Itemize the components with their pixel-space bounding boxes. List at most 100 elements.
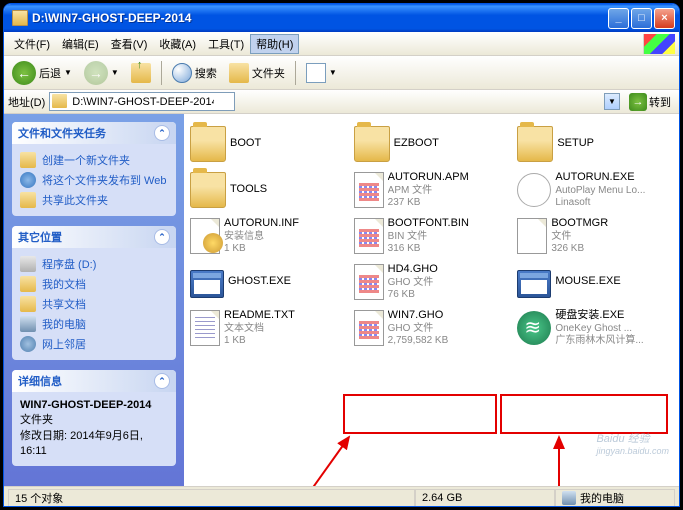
- file-name: AUTORUN.INF: [224, 217, 299, 230]
- details-panel: 详细信息 ⌃ WIN7-GHOST-DEEP-2014 文件夹 修改日期: 20…: [12, 370, 176, 466]
- address-input[interactable]: [49, 92, 235, 111]
- file-name: BOOT: [230, 137, 261, 150]
- file-item[interactable]: BOOT: [188, 122, 348, 166]
- up-icon: [131, 63, 151, 83]
- folders-icon: [229, 63, 249, 83]
- search-icon: [172, 63, 192, 83]
- file-item[interactable]: AUTORUN.INF安装信息1 KB: [188, 214, 348, 258]
- chevron-up-icon: ⌃: [154, 229, 170, 245]
- menu-edit[interactable]: 编辑(E): [56, 34, 105, 54]
- panel-title: 其它位置: [18, 229, 62, 245]
- chevron-up-icon: ⌃: [154, 125, 170, 141]
- tasks-panel: 文件和文件夹任务 ⌃ 创建一个新文件夹将这个文件夹发布到 Web 共享此文件夹: [12, 122, 176, 216]
- menu-view[interactable]: 查看(V): [105, 34, 154, 54]
- details-type: 文件夹: [20, 414, 53, 426]
- sidebar-item-label: 创建一个新文件夹: [42, 152, 130, 168]
- computer-icon: [562, 491, 576, 505]
- sidebar-item[interactable]: 共享文档: [20, 294, 168, 314]
- file-item[interactable]: TOOLS: [188, 168, 348, 212]
- menu-help[interactable]: 帮助(H): [250, 34, 299, 54]
- file-name: BOOTMGR: [551, 217, 608, 230]
- content-area: 文件和文件夹任务 ⌃ 创建一个新文件夹将这个文件夹发布到 Web 共享此文件夹 其…: [4, 114, 679, 486]
- onekey-icon: [517, 311, 551, 345]
- file-name: SETUP: [557, 137, 594, 150]
- up-button[interactable]: [127, 61, 155, 85]
- network-icon: [20, 336, 36, 352]
- folder-icon: [12, 10, 28, 26]
- search-label: 搜索: [195, 65, 217, 81]
- minimize-button[interactable]: _: [608, 8, 629, 29]
- status-size: 2.64 GB: [415, 489, 555, 507]
- sidebar-item-label: 网上邻居: [42, 336, 86, 352]
- search-button[interactable]: 搜索: [168, 61, 221, 85]
- menubar: 文件(F) 编辑(E) 查看(V) 收藏(A) 工具(T) 帮助(H): [4, 32, 679, 56]
- file-meta: BIN 文件: [388, 231, 469, 243]
- address-input-wrap: ▼: [49, 92, 621, 111]
- file-item[interactable]: HD4.GHOGHO 文件76 KB: [352, 260, 512, 304]
- tasks-panel-header[interactable]: 文件和文件夹任务 ⌃: [12, 122, 176, 144]
- places-panel-header[interactable]: 其它位置 ⌃: [12, 226, 176, 248]
- folder-icon: [517, 126, 553, 162]
- sidebar-item[interactable]: 共享此文件夹: [20, 190, 168, 210]
- file-item[interactable]: 硬盘安装.EXEOneKey Ghost ...广东雨林木风计算...: [515, 306, 675, 350]
- file-meta: OneKey Ghost ...: [555, 323, 643, 335]
- back-label: 后退: [39, 65, 61, 81]
- file-name: GHOST.EXE: [228, 275, 291, 288]
- details-modified: 修改日期: 2014年9月6日, 16:11: [20, 430, 143, 457]
- file-item[interactable]: GHOST.EXE: [188, 260, 348, 304]
- file-item[interactable]: AUTORUN.APMAPM 文件237 KB: [352, 168, 512, 212]
- file-meta: 文本文档: [224, 323, 295, 335]
- sidebar-item-label: 我的文档: [42, 276, 86, 292]
- statusbar: 15 个对象 2.64 GB 我的电脑: [4, 486, 679, 507]
- status-count: 15 个对象: [8, 489, 415, 507]
- back-button[interactable]: ← 后退 ▼: [8, 59, 76, 87]
- file-item[interactable]: EZBOOT: [352, 122, 512, 166]
- details-panel-header[interactable]: 详细信息 ⌃: [12, 370, 176, 392]
- file-name: AUTORUN.APM: [388, 171, 469, 184]
- titlebar[interactable]: D:\WIN7-GHOST-DEEP-2014 _ □ ×: [4, 4, 679, 32]
- views-icon: [306, 63, 326, 83]
- forward-button[interactable]: → ▼: [80, 59, 123, 87]
- menu-file[interactable]: 文件(F): [8, 34, 56, 54]
- menu-favorites[interactable]: 收藏(A): [153, 34, 202, 54]
- close-button[interactable]: ×: [654, 8, 675, 29]
- separator: [161, 61, 162, 85]
- sidebar-item[interactable]: 程序盘 (D:): [20, 254, 168, 274]
- sidebar-item-label: 将这个文件夹发布到 Web: [42, 172, 166, 188]
- ini-icon: [190, 218, 220, 254]
- sidebar-item[interactable]: 我的电脑: [20, 314, 168, 334]
- views-button[interactable]: ▼: [302, 61, 341, 85]
- back-arrow-icon: ←: [12, 61, 36, 85]
- file-name: README.TXT: [224, 309, 295, 322]
- sidebar-item[interactable]: 网上邻居: [20, 334, 168, 354]
- file-item[interactable]: BOOTFONT.BINBIN 文件316 KB: [352, 214, 512, 258]
- folder-icon: [354, 126, 390, 162]
- publish-icon: [20, 172, 36, 188]
- chevron-down-icon: ▼: [64, 68, 72, 77]
- chevron-down-icon: ▼: [111, 68, 119, 77]
- file-meta: 316 KB: [388, 243, 469, 255]
- address-dropdown-button[interactable]: ▼: [604, 93, 620, 110]
- maximize-button[interactable]: □: [631, 8, 652, 29]
- txt-icon: [190, 310, 220, 346]
- file-name: 硬盘安装.EXE: [555, 309, 643, 322]
- file-area[interactable]: BOOT EZBOOT SETUP TOOLSAUTORUN.APMAPM 文件237…: [184, 114, 679, 486]
- annotation-arrow-1: [294, 432, 354, 486]
- file-item[interactable]: BOOTMGR文件326 KB: [515, 214, 675, 258]
- file-item[interactable]: README.TXT文本文档1 KB: [188, 306, 348, 350]
- menu-tools[interactable]: 工具(T): [202, 34, 250, 54]
- go-button[interactable]: → 转到: [625, 92, 675, 112]
- file-item[interactable]: MOUSE.EXE: [515, 260, 675, 304]
- forward-arrow-icon: →: [84, 61, 108, 85]
- file-meta: Linasoft: [555, 197, 645, 209]
- sidebar-item[interactable]: 我的文档: [20, 274, 168, 294]
- file-item[interactable]: WIN7.GHOGHO 文件2,759,582 KB: [352, 306, 512, 350]
- sidebar-item[interactable]: 创建一个新文件夹: [20, 150, 168, 170]
- go-label: 转到: [649, 94, 671, 110]
- file-item[interactable]: SETUP: [515, 122, 675, 166]
- file-item[interactable]: AUTORUN.EXEAutoPlay Menu Lo...Linasoft: [515, 168, 675, 212]
- sidebar-item[interactable]: 将这个文件夹发布到 Web: [20, 170, 168, 190]
- folders-button[interactable]: 文件夹: [225, 61, 289, 85]
- file-meta: 1 KB: [224, 243, 299, 255]
- folder-icon: [52, 94, 67, 108]
